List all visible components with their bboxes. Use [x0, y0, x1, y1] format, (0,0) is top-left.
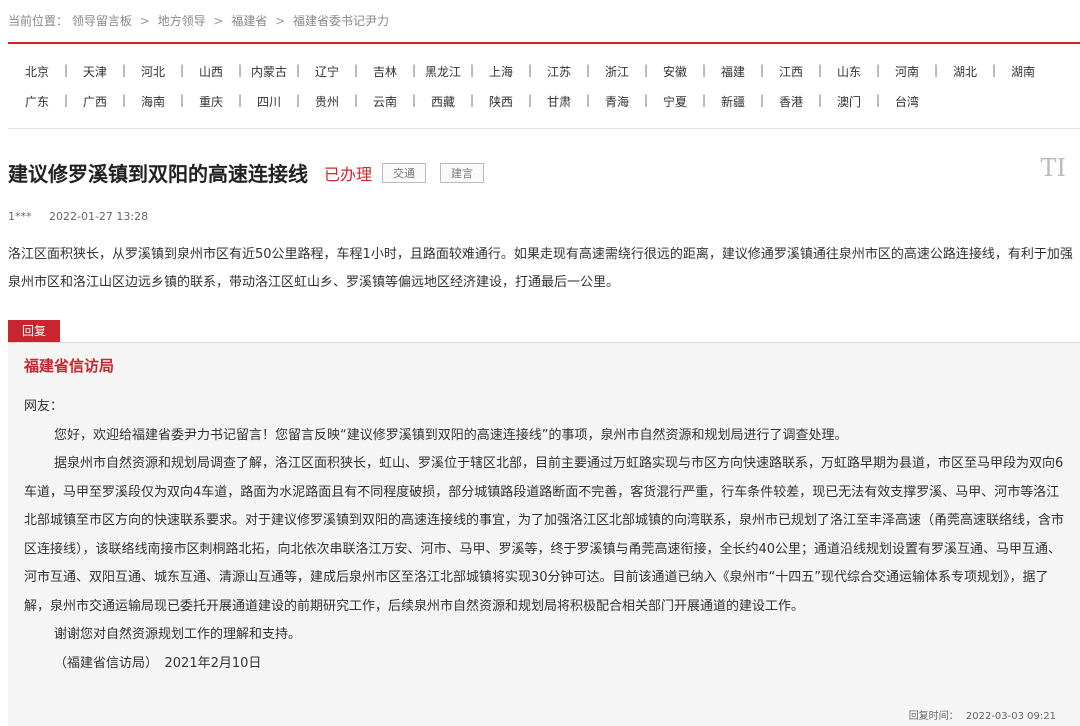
region-row-1: 北京 天津 河北 山西 内蒙古 辽宁 吉林 黑龙江 上海 江苏 浙江 安徽 福建…: [8, 56, 1074, 86]
region-link[interactable]: 山东: [820, 63, 880, 80]
post-title: 建议修罗溪镇到双阳的高速连接线: [8, 162, 308, 186]
region-link[interactable]: 香港: [762, 93, 822, 110]
breadcrumb-separator: >: [275, 14, 286, 28]
region-row-2: 广东 广西 海南 重庆 四川 贵州 云南 西藏 陕西 甘肃 青海 宁夏 新疆 香…: [8, 86, 1074, 116]
reply-panel: 福建省信访局 网友： 您好，欢迎给福建省委尹力书记留言！您留言反映“建议修罗溪镇…: [8, 343, 1080, 726]
reply-greeting: 网友：: [24, 399, 64, 414]
region-link[interactable]: 天津: [66, 63, 126, 80]
region-link[interactable]: 湖北: [936, 63, 996, 80]
region-link[interactable]: 澳门: [820, 93, 880, 110]
reply-body: 网友： 您好，欢迎给福建省委尹力书记留言！您留言反映“建议修罗溪镇到双阳的高速连…: [24, 393, 1066, 678]
region-divider: [8, 128, 1080, 129]
region-link[interactable]: 海南: [124, 93, 184, 110]
region-link[interactable]: 青海: [588, 93, 648, 110]
region-link[interactable]: 贵州: [298, 93, 358, 110]
region-link[interactable]: 北京: [8, 63, 68, 80]
reply-badge: 回复: [8, 320, 60, 342]
post-header: 建议修罗溪镇到双阳的高速连接线 已办理 交通 建言 TI: [8, 154, 1074, 187]
breadcrumb: 当前位置： 领导留言板 > 地方领导 > 福建省 > 福建省委书记尹力: [8, 12, 389, 29]
font-size-toggle-icon[interactable]: TI: [1041, 154, 1067, 182]
post-content: 洛江区面积狭长，从罗溪镇到泉州市区有近50公里路程，车程1小时，且路面较难通行。…: [8, 247, 1073, 290]
region-link[interactable]: 宁夏: [646, 93, 706, 110]
region-link[interactable]: 江苏: [530, 63, 590, 80]
breadcrumb-item-local-leaders[interactable]: 地方领导: [158, 14, 206, 28]
region-link[interactable]: 山西: [182, 63, 242, 80]
region-link[interactable]: 吉林: [356, 63, 416, 80]
region-link[interactable]: 广西: [66, 93, 126, 110]
region-link[interactable]: 上海: [472, 63, 532, 80]
reply-time-label: 回复时间：: [908, 711, 959, 722]
region-link[interactable]: 河南: [878, 63, 938, 80]
post-author: 1***: [8, 210, 32, 223]
post-time: 2022-01-27 13:28: [49, 210, 149, 223]
reply-organization: 福建省信访局: [24, 357, 115, 375]
region-link[interactable]: 黑龙江: [414, 63, 474, 80]
region-link[interactable]: 西藏: [414, 93, 474, 110]
region-link[interactable]: 安徽: [646, 63, 706, 80]
region-link[interactable]: 甘肃: [530, 93, 590, 110]
header-divider: [8, 42, 1080, 44]
region-link[interactable]: 云南: [356, 93, 416, 110]
region-link[interactable]: 江西: [762, 63, 822, 80]
tag-suggestion[interactable]: 建言: [440, 162, 485, 183]
tag-traffic[interactable]: 交通: [382, 162, 427, 183]
region-link[interactable]: 浙江: [588, 63, 648, 80]
reply-signature: （福建省信访局） 2021年2月10日: [54, 655, 262, 671]
breadcrumb-separator: >: [213, 14, 224, 28]
reply-time-value: 2022-03-03 09:21: [965, 711, 1056, 722]
region-link[interactable]: 福建: [704, 63, 764, 80]
region-link[interactable]: 重庆: [182, 93, 242, 110]
breadcrumb-separator: >: [139, 14, 150, 28]
status-badge: 已办理: [324, 164, 373, 184]
region-link[interactable]: 内蒙古: [240, 63, 300, 80]
breadcrumb-item-board[interactable]: 领导留言板: [72, 14, 132, 28]
region-link[interactable]: 广东: [8, 93, 68, 110]
region-nav: 北京 天津 河北 山西 内蒙古 辽宁 吉林 黑龙江 上海 江苏 浙江 安徽 福建…: [8, 56, 1074, 128]
region-link[interactable]: 新疆: [704, 93, 764, 110]
reply-paragraph: 谢谢您对自然资源规划工作的理解和支持。: [54, 627, 302, 642]
breadcrumb-item-leader[interactable]: 福建省委书记尹力: [293, 14, 389, 28]
region-link[interactable]: 四川: [240, 93, 300, 110]
post-meta: 1*** 2022-01-27 13:28: [8, 210, 148, 223]
region-link[interactable]: 河北: [124, 63, 184, 80]
region-link[interactable]: 湖南: [994, 63, 1052, 80]
region-link[interactable]: 陕西: [472, 93, 532, 110]
breadcrumb-item-province[interactable]: 福建省: [231, 14, 267, 28]
region-link[interactable]: 台湾: [878, 93, 936, 110]
reply-paragraph: 您好，欢迎给福建省委尹力书记留言！您留言反映“建议修罗溪镇到双阳的高速连接线”的…: [54, 427, 848, 443]
breadcrumb-label: 当前位置：: [8, 14, 69, 28]
reply-paragraph: 据泉州市自然资源和规划局调查了解，洛江区面积狭长，虹山、罗溪位于辖区北部，目前主…: [24, 456, 1065, 614]
region-link[interactable]: 辽宁: [298, 63, 358, 80]
reply-time: 回复时间： 2022-03-03 09:21: [909, 707, 1056, 722]
